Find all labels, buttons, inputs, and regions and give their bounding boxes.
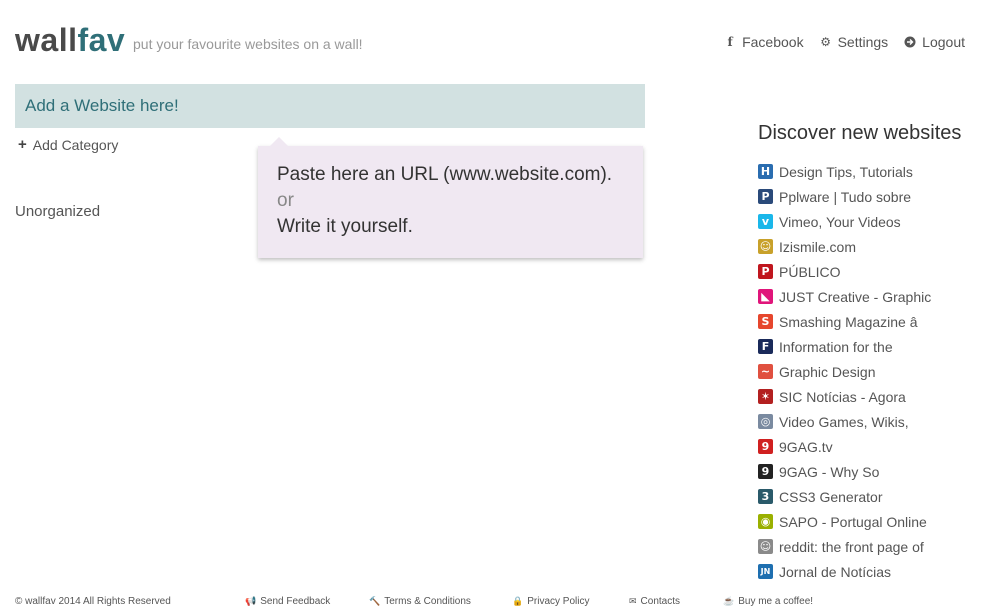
site-label: 9GAG - Why So (779, 463, 880, 480)
site-favicon-icon: ◣ (758, 289, 773, 304)
site-favicon-icon: 9 (758, 439, 773, 454)
terms-link[interactable]: 🔨 Terms & Conditions (369, 596, 471, 607)
site-favicon-icon: ~ (758, 364, 773, 379)
tooltip-line-or: or (277, 190, 294, 211)
discover-site-item[interactable]: ☺ reddit: the front page of (758, 534, 978, 559)
discover-site-item[interactable]: H Design Tips, Tutorials (758, 159, 978, 184)
add-website-placeholder: Add a Website here! (25, 96, 179, 115)
site-label: Information for the (779, 338, 893, 355)
logout-link[interactable]: Logout (904, 34, 965, 50)
site-label: SIC Notícias - Agora (779, 388, 906, 405)
footer: © wallfav 2014 All Rights Reserved 📢 Send… (15, 596, 975, 610)
site-favicon-icon: 3 (758, 489, 773, 504)
facebook-link[interactable]: f Facebook (724, 34, 804, 50)
site-label: reddit: the front page of (779, 538, 924, 555)
site-favicon-icon: 9 (758, 464, 773, 479)
discover-site-item[interactable]: ◎ Video Games, Wikis, (758, 409, 978, 434)
site-label: PÚBLICO (779, 263, 841, 280)
site-favicon-icon: ◉ (758, 514, 773, 529)
add-category-button[interactable]: + Add Category (18, 136, 118, 153)
site-favicon-icon: ✶ (758, 389, 773, 404)
terms-label: Terms & Conditions (384, 596, 471, 607)
facebook-icon: f (727, 35, 733, 49)
discover-site-item[interactable]: 3 CSS3 Generator (758, 484, 978, 509)
discover-site-list: H Design Tips, Tutorials P Pplware | Tudo … (758, 159, 978, 584)
site-label: Jornal de Notícias (779, 563, 892, 580)
site-label: Video Games, Wikis, (779, 413, 909, 430)
megaphone-icon: 📢 (245, 596, 257, 606)
settings-link[interactable]: ⚙ Settings (820, 34, 889, 50)
header: wallfav put your favourite websites on a… (15, 22, 975, 62)
top-navigation: f Facebook ⚙ Settings Logout (724, 34, 966, 50)
site-favicon-icon: S (758, 314, 773, 329)
add-category-label: Add Category (32, 136, 119, 153)
discover-site-item[interactable]: P PÚBLICO (758, 259, 978, 284)
privacy-link[interactable]: 🔒 Privacy Policy (512, 596, 589, 607)
gavel-icon: 🔨 (369, 596, 381, 606)
site-label: JUST Creative - Graphic (779, 288, 932, 305)
privacy-label: Privacy Policy (527, 596, 590, 607)
send-feedback-link[interactable]: 📢 Send Feedback (245, 596, 330, 607)
tooltip-line-write: Write it yourself. (277, 216, 413, 237)
tagline: put your favourite websites on a wall! (133, 36, 363, 52)
site-label: CSS3 Generator (779, 488, 883, 505)
site-label: SAPO - Portugal Online (779, 513, 927, 530)
logout-icon (904, 36, 916, 48)
site-favicon-icon: v (758, 214, 773, 229)
category-title[interactable]: Unorganized (15, 203, 100, 220)
plus-icon: + (18, 136, 27, 153)
discover-site-item[interactable]: JN Jornal de Notícias (758, 559, 978, 584)
copyright: © wallfav 2014 All Rights Reserved (15, 596, 171, 607)
site-favicon-icon: H (758, 164, 773, 179)
logo-fav: fav (77, 22, 126, 58)
site-label: 9GAG.tv (779, 438, 833, 455)
coffee-label: Buy me a coffee! (738, 596, 814, 607)
discover-site-item[interactable]: ◉ SAPO - Portugal Online (758, 509, 978, 534)
discover-site-item[interactable]: ☺ Izismile.com (758, 234, 978, 259)
site-label: Design Tips, Tutorials (779, 163, 913, 180)
discover-site-item[interactable]: P Pplware | Tudo sobre (758, 184, 978, 209)
discover-site-item[interactable]: S Smashing Magazine â (758, 309, 978, 334)
site-favicon-icon: P (758, 264, 773, 279)
site-favicon-icon: JN (758, 564, 773, 579)
add-website-input[interactable]: Add a Website here! (15, 84, 645, 128)
lock-icon: 🔒 (512, 596, 524, 606)
contacts-link[interactable]: ✉ Contacts (629, 596, 680, 607)
tooltip-line-url: Paste here an URL (www.website.com). (277, 164, 613, 185)
logo[interactable]: wallfav (15, 22, 125, 59)
logo-wall: wall (15, 22, 78, 58)
add-website-tooltip: Paste here an URL (www.website.com). or … (258, 137, 643, 258)
gear-icon: ⚙ (820, 35, 831, 49)
site-label: Pplware | Tudo sobre (779, 188, 912, 205)
site-favicon-icon: ☺ (758, 539, 773, 554)
site-label: Izismile.com (779, 238, 857, 255)
discover-site-item[interactable]: ✶ SIC Notícias - Agora (758, 384, 978, 409)
discover-panel: Discover new websites H Design Tips, Tuto… (758, 122, 978, 584)
site-favicon-icon: ☺ (758, 239, 773, 254)
discover-site-item[interactable]: v Vimeo, Your Videos (758, 209, 978, 234)
site-label: Smashing Magazine â (779, 313, 918, 330)
contacts-label: Contacts (640, 596, 681, 607)
envelope-icon: ✉ (629, 596, 637, 606)
discover-site-item[interactable]: 9 9GAG.tv (758, 434, 978, 459)
site-label: Vimeo, Your Videos (779, 213, 901, 230)
discover-site-item[interactable]: ~ Graphic Design (758, 359, 978, 384)
site-favicon-icon: ◎ (758, 414, 773, 429)
logout-label: Logout (922, 34, 965, 50)
site-label: Graphic Design (779, 363, 876, 380)
discover-site-item[interactable]: F Information for the (758, 334, 978, 359)
send-feedback-label: Send Feedback (260, 596, 331, 607)
discover-site-item[interactable]: 9 9GAG - Why So (758, 459, 978, 484)
coffee-link[interactable]: ☕ Buy me a coffee! (723, 596, 813, 607)
facebook-label: Facebook (742, 34, 804, 50)
site-favicon-icon: P (758, 189, 773, 204)
settings-label: Settings (837, 34, 889, 50)
discover-title: Discover new websites (758, 122, 962, 144)
site-favicon-icon: F (758, 339, 773, 354)
discover-site-item[interactable]: ◣ JUST Creative - Graphic (758, 284, 978, 309)
coffee-icon: ☕ (723, 596, 735, 606)
